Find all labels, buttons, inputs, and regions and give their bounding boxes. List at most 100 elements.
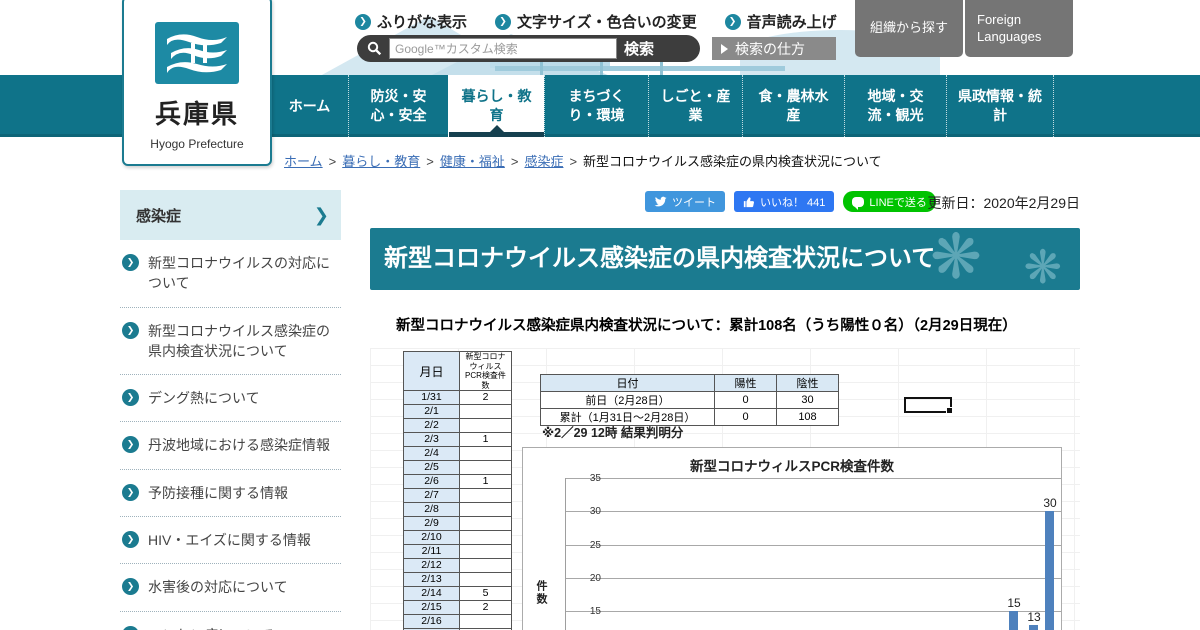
sidebar-item[interactable]: ❯ 予防接種に関する情報	[120, 470, 341, 518]
search-input[interactable]	[389, 38, 617, 59]
logo-subtitle: Hyogo Prefecture	[150, 137, 244, 151]
date-cell: 2/9	[403, 516, 460, 532]
nav-item-4[interactable]: まちづくり・環境	[544, 75, 648, 137]
sidebar-item[interactable]: ❯ 水害後の対応について	[120, 564, 341, 612]
result-summary-table: 日付 陽性 陰性 前日（2月28日） 0 30 累計（1月31日～2月28日） 0 108	[540, 374, 839, 426]
chart-gridline	[566, 511, 1061, 513]
table-row: 前日（2月28日） 0 30	[540, 391, 839, 409]
breadcrumb-separator: >	[569, 154, 578, 169]
chart-y-tick-label: 30	[589, 506, 601, 518]
result-cell: 0	[714, 408, 777, 426]
sidebar-title[interactable]: 感染症 ❯	[120, 190, 341, 240]
line-label: LINEで送る	[869, 196, 927, 209]
breadcrumb-current: 新型コロナウイルス感染症の県内検査状況について	[583, 154, 882, 169]
breadcrumb-link[interactable]: 健康・福祉	[440, 154, 505, 169]
chart-bar	[1029, 624, 1038, 630]
sidebar-item-label: 丹波地域における感染症情報	[148, 437, 330, 454]
chart-y-tick-label: 20	[589, 572, 601, 584]
breadcrumb-separator: >	[510, 154, 519, 169]
chart-bar	[1045, 511, 1054, 630]
updated-date: 更新日：2020年2月29日	[927, 195, 1080, 211]
breadcrumb: ホーム > 暮らし・教育 > 健康・福祉 > 感染症 > 新型コロナウイルス感染症の県内検査状況…	[284, 151, 882, 170]
value-cell	[459, 446, 512, 462]
tweet-button[interactable]: ツイート	[645, 191, 725, 212]
chart-gridline	[566, 577, 1061, 579]
value-cell: 5	[459, 586, 512, 602]
sidebar-item-label: HIV・エイズに関する情報	[148, 532, 311, 549]
search-button[interactable]: 検索	[624, 38, 654, 59]
active-tab-underline	[449, 132, 544, 137]
nav-item-6[interactable]: 食・農林水産	[742, 75, 844, 137]
result-note: ※2／29 12時 結果判明分	[542, 426, 684, 440]
chart-title: 新型コロナウィルスPCR検査件数	[689, 459, 894, 474]
sidebar-item[interactable]: ❯ 新型コロナウイルス感染症の県内検査状況について	[120, 308, 341, 376]
sidebar-item-label: 新型コロナウイルス感染症の県内検査状況について	[148, 322, 330, 359]
active-tab-arrow-icon	[489, 125, 504, 132]
search-help-button[interactable]: 検索の仕方	[712, 37, 836, 60]
page-title-banner: 新型コロナウイルス感染症の県内検査状況について ❋ ❋	[370, 228, 1080, 290]
date-cell: 2/6	[403, 474, 460, 490]
arrow-circle-icon: ❯	[122, 389, 139, 407]
sidebar-item[interactable]: ❯ 新型コロナウイルスの対応について	[120, 240, 341, 308]
date-cell: 2/13	[403, 572, 460, 588]
org-search-button[interactable]: 組織から探す	[855, 0, 963, 57]
date-cell: 2/16	[403, 614, 460, 630]
value-cell	[459, 488, 512, 504]
thumbs-up-icon	[743, 196, 755, 207]
page: ❯ ふりがな表示 ❯ 文字サイズ・色合いの変更 ❯ 音声読み上げ 検索 検索の仕方 組織か…	[0, 0, 1200, 630]
sidebar-title-label: 感染症	[136, 207, 182, 225]
date-cell: 2/5	[403, 460, 460, 476]
sidebar-item[interactable]: ❯ HIV・エイズに関する情報	[120, 517, 341, 565]
nav-item-7[interactable]: 地域・交流・観光	[844, 75, 946, 137]
chart-y-axis-label: 件数	[535, 580, 547, 606]
table-row: 1/31 2	[403, 390, 512, 406]
table-row: 2/1	[403, 404, 512, 420]
value-cell	[459, 404, 512, 420]
nav-item-8[interactable]: 県政情報・統計	[946, 75, 1054, 137]
table-row: 2/10	[403, 530, 512, 546]
column-header: 陽性	[714, 374, 777, 392]
sidebar-item[interactable]: ❯ 丹波地域における感染症情報	[120, 422, 341, 470]
breadcrumb-link[interactable]: 感染症	[524, 154, 563, 169]
date-cell: 2/3	[403, 432, 460, 448]
date-cell: 2/14	[403, 586, 460, 602]
search-bar: 検索	[357, 35, 700, 62]
sidebar-item-label: 水害後の対応について	[148, 579, 288, 596]
chevron-right-icon: ❯	[313, 204, 329, 225]
flower-icon: ❋	[1023, 241, 1062, 290]
chart-plot-area: 35 30 25 20 15 15 13 30	[565, 473, 1061, 630]
facebook-like-button[interactable]: いいね！ 441	[734, 191, 835, 212]
nav-item-1[interactable]: ホーム	[270, 75, 348, 137]
search-icon	[367, 41, 382, 56]
nav-item-3[interactable]: 暮らし・教育	[448, 75, 544, 137]
quick-link[interactable]: ❯ 音声読み上げ	[724, 11, 837, 32]
date-cell: 2/4	[403, 446, 460, 462]
date-cell: 2/7	[403, 488, 460, 504]
line-share-button[interactable]: LINEで送る	[843, 191, 936, 212]
column-header: 新型コロナウィルスPCR検査件数	[459, 350, 512, 392]
value-cell	[459, 502, 512, 518]
play-icon	[721, 43, 728, 54]
breadcrumb-link[interactable]: 暮らし・教育	[342, 154, 420, 169]
pcr-count-table: 月日 新型コロナウィルスPCR検査件数 1/31 2 2/1 2/2 2/3 1 2/4 2/5…	[403, 350, 512, 630]
table-row: 2/13	[403, 572, 512, 588]
sidebar-item[interactable]: ❯ ハンセン病について	[120, 612, 341, 630]
foreign-languages-button[interactable]: Foreign Languages	[965, 0, 1073, 57]
excel-selection-box	[904, 397, 953, 414]
date-cell: 2/12	[403, 558, 460, 574]
value-cell	[459, 460, 512, 476]
search-help-label: 検索の仕方	[735, 40, 805, 57]
result-cell: 30	[776, 391, 839, 409]
arrow-circle-icon: ❯	[355, 13, 371, 30]
nav-item-2[interactable]: 防災・安心・安全	[348, 75, 448, 137]
value-cell	[459, 418, 512, 434]
sidebar-item[interactable]: ❯ デング熱について	[120, 375, 341, 423]
quick-link[interactable]: ❯ ふりがな表示	[355, 11, 467, 32]
breadcrumb-link[interactable]: ホーム	[284, 154, 323, 169]
nav-item-5[interactable]: しごと・産業	[648, 75, 742, 137]
arrow-circle-icon: ❯	[122, 625, 139, 630]
quick-link[interactable]: ❯ 文字サイズ・色合いの変更	[495, 11, 697, 32]
value-cell: 2	[459, 600, 512, 616]
arrow-circle-icon: ❯	[122, 483, 139, 501]
prefecture-logo[interactable]: 兵庫県 Hyogo Prefecture	[122, 0, 272, 166]
